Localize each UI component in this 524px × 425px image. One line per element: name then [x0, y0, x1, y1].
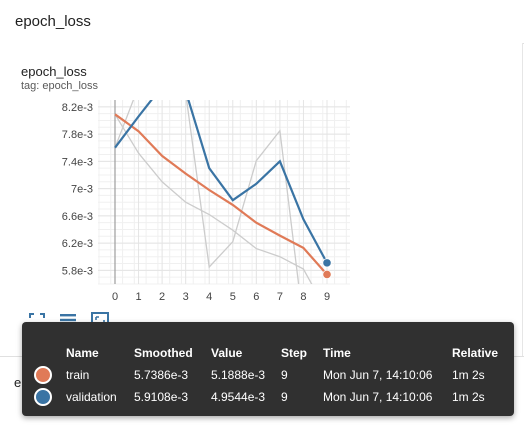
tooltip-step: 9: [281, 368, 288, 382]
tooltip-relative: 1m 2s: [452, 390, 485, 404]
tooltip-name: validation: [66, 390, 117, 404]
tooltip-name: train: [66, 368, 90, 382]
line-chart[interactable]: 0 1 2 3 4 5 6 7 8 9 5.8e-3 6.2e-3 6.6e-3 7e-3 7.4e-3 7.…: [0, 43, 522, 356]
hover-point-train: [322, 269, 332, 280]
tooltip-time: Mon Jun 7, 14:10:06: [323, 368, 433, 382]
tooltip-swatch-train: [34, 364, 66, 386]
tooltip-smoothed: 5.7386e-3: [134, 368, 189, 382]
tooltip-step: 9: [281, 390, 288, 404]
tooltip-header-swatch: [34, 342, 66, 364]
x-tick-label: 6: [253, 291, 259, 303]
tooltip-header-step: Step: [281, 346, 308, 360]
y-tick-label: 7.8e-3: [62, 129, 93, 141]
tooltip-header-row: Name Smoothed Value Step Time Relative: [34, 342, 508, 364]
tooltip-smoothed: 5.9108e-3: [134, 390, 189, 404]
y-tick-label: 7e-3: [71, 184, 93, 196]
y-tick-label: 6.6e-3: [62, 211, 93, 223]
chart-tooltip: Name Smoothed Value Step Time Relative t…: [22, 322, 514, 416]
section-title: epoch_loss: [15, 13, 91, 30]
tooltip-header-name: Name: [66, 346, 99, 360]
x-tick-label: 4: [206, 291, 212, 303]
tooltip-value: 5.1888e-3: [211, 368, 266, 382]
hover-point-validation: [322, 258, 332, 268]
tooltip-value: 4.9544e-3: [211, 390, 266, 404]
tooltip-time: Mon Jun 7, 14:10:06: [323, 390, 433, 404]
tooltip-row-validation: validation 5.9108e-3 4.9544e-3 9 Mon Jun…: [34, 386, 508, 408]
x-tick-label: 2: [159, 291, 165, 303]
scalar-card: epoch_loss tag: epoch_loss 0 1 2 3 4 5 6 7 8 9 5.8…: [0, 43, 523, 356]
tooltip-header-time: Time: [323, 346, 351, 360]
tooltip-table: Name Smoothed Value Step Time Relative t…: [34, 342, 508, 408]
y-tick-label: 8.2e-3: [62, 102, 93, 114]
x-tick-label: 9: [324, 291, 330, 303]
tooltip-header-value: Value: [211, 346, 243, 360]
tooltip-header-relative: Relative: [452, 346, 499, 360]
series-raw-line-validation: [114, 100, 300, 284]
x-tick-label: 1: [135, 291, 141, 303]
tooltip-relative: 1m 2s: [452, 368, 485, 382]
x-tick-label: 0: [112, 291, 118, 303]
y-tick-label: 5.8e-3: [62, 265, 93, 277]
section-header[interactable]: epoch_loss: [0, 0, 524, 44]
next-card-title: e: [14, 375, 22, 390]
x-tick-label: 8: [300, 291, 306, 303]
y-tick-label: 6.2e-3: [62, 238, 93, 250]
x-tick-label: 3: [183, 291, 189, 303]
series-raw-line-train: [114, 113, 313, 284]
tooltip-header-smoothed: Smoothed: [134, 346, 193, 360]
y-tick-label: 7.4e-3: [62, 156, 93, 168]
series-line-train: [114, 113, 328, 276]
tooltip-swatch-validation: [34, 386, 66, 408]
x-tick-label: 7: [277, 291, 283, 303]
x-tick-label: 5: [230, 291, 236, 303]
tooltip-row-train: train 5.7386e-3 5.1888e-3 9 Mon Jun 7, 1…: [34, 364, 508, 386]
